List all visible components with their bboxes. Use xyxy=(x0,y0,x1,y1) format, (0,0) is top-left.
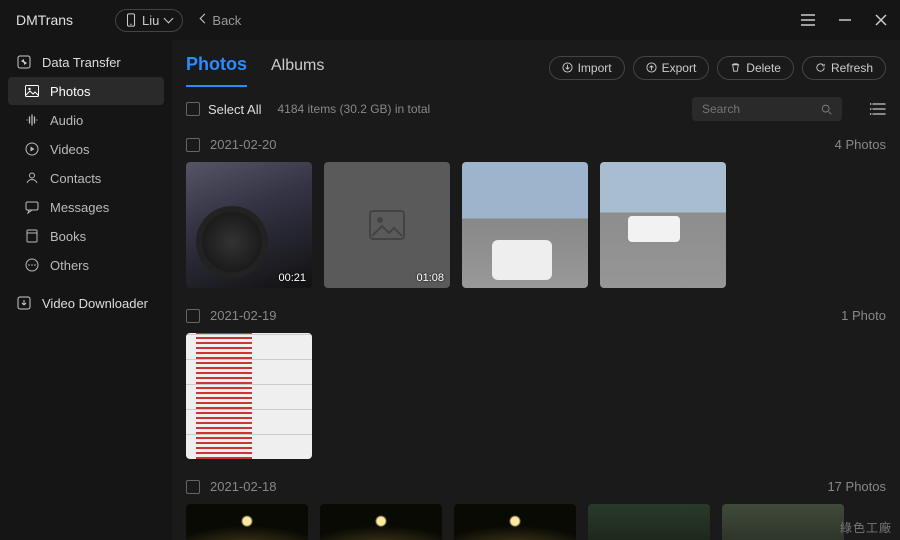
audio-icon xyxy=(24,112,40,128)
back-button[interactable]: Back xyxy=(201,13,241,28)
sidebar: Data Transfer Photos Audio Videos Contac… xyxy=(0,40,172,540)
export-icon xyxy=(646,62,657,73)
search-box[interactable] xyxy=(692,97,842,121)
sidebar-group-data-transfer[interactable]: Data Transfer xyxy=(8,48,164,76)
image-placeholder-icon xyxy=(369,210,405,240)
photo-thumbnail[interactable] xyxy=(722,504,844,540)
date-checkbox[interactable] xyxy=(186,309,200,323)
transfer-icon xyxy=(16,54,32,70)
photos-icon xyxy=(24,83,40,99)
totals-label: 4184 items (30.2 GB) in total xyxy=(277,102,430,116)
sidebar-item-audio[interactable]: Audio xyxy=(8,106,164,134)
select-all-label: Select All xyxy=(208,102,261,117)
sidebar-item-contacts[interactable]: Contacts xyxy=(8,164,164,192)
export-button[interactable]: Export xyxy=(633,56,710,80)
import-button[interactable]: Import xyxy=(549,56,625,80)
app-title: DMTrans xyxy=(16,12,73,28)
date-checkbox[interactable] xyxy=(186,480,200,494)
date-checkbox[interactable] xyxy=(186,138,200,152)
date-count: 17 Photos xyxy=(827,479,886,494)
date-count: 1 Photo xyxy=(841,308,886,323)
sidebar-item-label: Audio xyxy=(50,113,83,128)
videos-icon xyxy=(24,141,40,157)
photo-thumbnail[interactable] xyxy=(588,504,710,540)
downloader-icon xyxy=(16,295,32,311)
watermark: 綠色工廠 xyxy=(840,519,892,536)
books-icon xyxy=(24,228,40,244)
back-label: Back xyxy=(212,13,241,28)
date-label: 2021-02-20 xyxy=(210,137,277,152)
chevron-down-icon xyxy=(164,14,174,24)
search-input[interactable] xyxy=(702,102,813,116)
sidebar-group-label: Data Transfer xyxy=(42,55,121,70)
button-label: Delete xyxy=(746,61,781,75)
sidebar-group-video-downloader[interactable]: Video Downloader xyxy=(8,289,164,317)
tab-albums[interactable]: Albums xyxy=(271,51,324,85)
refresh-icon xyxy=(815,62,826,73)
delete-icon xyxy=(730,62,741,73)
minimize-button[interactable] xyxy=(838,13,852,27)
close-button[interactable] xyxy=(874,13,888,27)
sidebar-item-label: Messages xyxy=(50,200,109,215)
others-icon xyxy=(24,257,40,273)
messages-icon xyxy=(24,199,40,215)
duration-label: 01:08 xyxy=(416,272,444,284)
sidebar-item-books[interactable]: Books xyxy=(8,222,164,250)
date-label: 2021-02-19 xyxy=(210,308,277,323)
sidebar-item-label: Photos xyxy=(50,84,90,99)
button-label: Export xyxy=(662,61,697,75)
sidebar-item-label: Others xyxy=(50,258,89,273)
photo-thumbnail[interactable]: 00:21 xyxy=(186,162,312,288)
view-toggle-icon[interactable] xyxy=(870,102,886,116)
photo-thumbnail[interactable]: 01:08 xyxy=(324,162,450,288)
date-count: 4 Photos xyxy=(835,137,886,152)
tab-photos[interactable]: Photos xyxy=(186,48,247,87)
device-name: Liu xyxy=(142,13,159,28)
sidebar-item-label: Videos xyxy=(50,142,90,157)
menu-icon[interactable] xyxy=(800,13,816,27)
photo-grid: 2021-02-20 4 Photos 00:21 01:08 2021-02-19 1 … xyxy=(172,131,900,540)
sidebar-item-photos[interactable]: Photos xyxy=(8,77,164,105)
sidebar-item-label: Books xyxy=(50,229,86,244)
photo-thumbnail[interactable] xyxy=(600,162,726,288)
sidebar-item-videos[interactable]: Videos xyxy=(8,135,164,163)
duration-label: 00:21 xyxy=(278,272,306,284)
photo-thumbnail[interactable] xyxy=(454,504,576,540)
sidebar-item-label: Contacts xyxy=(50,171,101,186)
chevron-left-icon xyxy=(200,14,210,24)
import-icon xyxy=(562,62,573,73)
sidebar-item-messages[interactable]: Messages xyxy=(8,193,164,221)
button-label: Import xyxy=(578,61,612,75)
search-icon xyxy=(821,103,832,116)
photo-thumbnail[interactable] xyxy=(462,162,588,288)
button-label: Refresh xyxy=(831,61,873,75)
photo-thumbnail[interactable] xyxy=(320,504,442,540)
date-label: 2021-02-18 xyxy=(210,479,277,494)
select-all-checkbox[interactable] xyxy=(186,102,200,116)
contacts-icon xyxy=(24,170,40,186)
photo-thumbnail[interactable] xyxy=(186,504,308,540)
sidebar-item-others[interactable]: Others xyxy=(8,251,164,279)
sidebar-group-label: Video Downloader xyxy=(42,296,148,311)
device-selector[interactable]: Liu xyxy=(115,9,183,32)
refresh-button[interactable]: Refresh xyxy=(802,56,886,80)
delete-button[interactable]: Delete xyxy=(717,56,794,80)
photo-thumbnail[interactable] xyxy=(186,333,312,459)
phone-icon xyxy=(126,13,136,27)
